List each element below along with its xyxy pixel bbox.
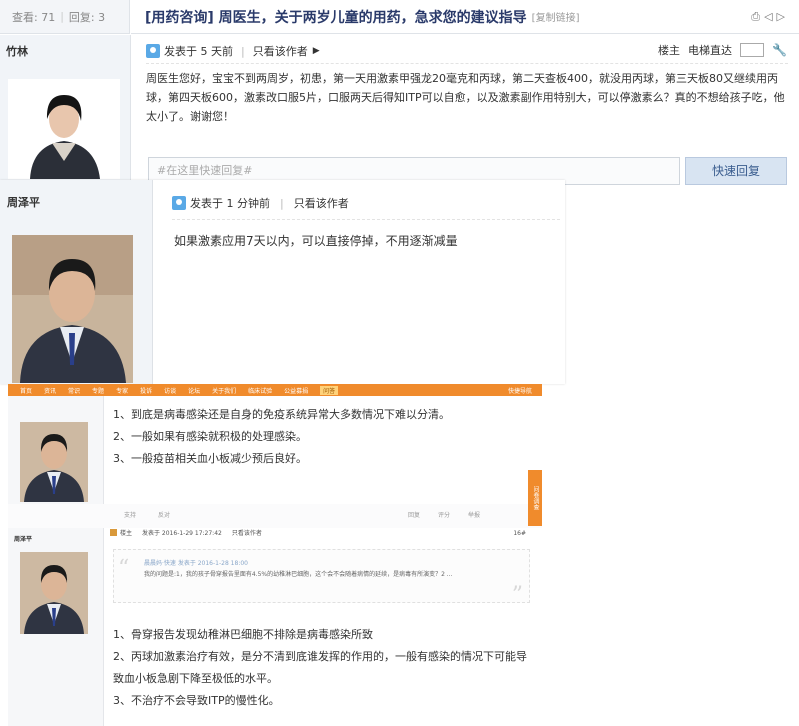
quote-text: 我的问题是:1，我的孩子骨穿报告里面有4.5%的幼稚淋巴细胞，这个会不会随着病情… <box>144 571 453 578</box>
support-button[interactable]: 支持 <box>124 510 136 519</box>
reply-line: 3、一般疫苗相关血小板减少预后良好。 <box>113 452 307 465</box>
author-sidebar: 周泽平 <box>0 180 153 384</box>
post-time: 发表于 1 分钟前 <box>190 197 270 210</box>
prev-icon[interactable]: ◁ <box>764 10 776 23</box>
nav-item[interactable]: 常识 <box>68 386 80 395</box>
quote-header[interactable]: 晨晨妈·快速 发表于 2016-1-28 18:00 <box>144 558 248 567</box>
avatar[interactable] <box>20 422 88 502</box>
only-author-link[interactable]: 只看该作者 <box>294 195 349 211</box>
nav-item[interactable]: 资讯 <box>44 386 56 395</box>
rate-button[interactable]: 评分 <box>438 510 450 519</box>
doctor-reply-panel: 周泽平 发表于 1 分钟前 | 只看该作者 如果激素应用7天以内，可以直接停掉，… <box>0 180 565 384</box>
reply-line: 3、不治疗不会导致ITP的慢性化。 <box>113 694 280 707</box>
post-meta: 发表于 5 天前 | 只看该作者 ▶ <box>146 43 320 59</box>
author-sidebar: 竹林 <box>0 35 131 180</box>
floor-jump-label: 电梯直达 <box>688 44 733 57</box>
post-time: 发表于 2016-1-29 17:27:42 <box>142 530 222 537</box>
thread-stats: 查看: 71 | 回复: 3 <box>0 0 130 34</box>
author-name[interactable]: 竹林 <box>6 43 28 59</box>
nav-item[interactable]: 关于我们 <box>212 386 236 395</box>
post-meta: 发表于 1 分钟前 | 只看该作者 <box>172 195 349 211</box>
replies-count: 回复: 3 <box>68 10 106 24</box>
nav-item[interactable]: 临床试验 <box>248 386 272 395</box>
thread-toolbar: ⎙◁▷ <box>751 10 789 24</box>
nav-item[interactable]: 论坛 <box>188 386 200 395</box>
user-icon <box>110 529 117 536</box>
post-body: 如果激素应用7天以内，可以直接停掉，不用逐渐减量 <box>174 234 458 248</box>
nav-item[interactable]: 首页 <box>20 386 32 395</box>
only-author-link[interactable]: 只看该作者 <box>253 43 308 59</box>
quick-nav[interactable]: 快捷导航 <box>508 386 532 395</box>
views-count: 查看: 71 <box>12 10 56 24</box>
floor-jump-input[interactable] <box>740 43 765 57</box>
wrench-icon[interactable]: 🔧 <box>772 43 787 57</box>
quote-open-icon: “ <box>118 556 130 581</box>
floor-label: 楼主 <box>658 44 681 57</box>
post-floor-tools: 楼主 电梯直达 🔧 <box>658 42 787 58</box>
nav-item[interactable]: 专家 <box>116 386 128 395</box>
nav-item[interactable]: 问答 <box>320 385 339 395</box>
author-sidebar: 周泽平 <box>8 528 104 726</box>
forum-screenshot-panel: 首页 资讯 常识 专题 专家 投诉 访谈 论坛 关于我们 临床试验 公益募捐 问答 快捷导航 1、到底是… <box>8 384 542 726</box>
divider <box>146 63 788 64</box>
survey-side-tab[interactable]: 问卷调查 <box>528 470 542 526</box>
post-time: 发表于 5 天前 <box>164 45 233 58</box>
caret-right-icon[interactable]: ▶ <box>313 46 320 56</box>
avatar[interactable] <box>8 79 120 179</box>
nav-item[interactable]: 公益募捐 <box>284 386 308 395</box>
only-author-link[interactable]: 只看该作者 <box>232 528 262 537</box>
floor-number: 16# <box>513 530 526 537</box>
quick-reply-button[interactable]: 快速回复 <box>685 157 787 185</box>
reply-line: 2、丙球加激素治疗有效，是分不清到底谁发挥的作用的，一般有感染的情况下可能导致血… <box>113 650 527 685</box>
oppose-button[interactable]: 反对 <box>158 510 170 519</box>
reply-line: 1、到底是病毒感染还是自身的免疫系统异常大多数情况下难以分清。 <box>113 408 450 421</box>
top-nav: 首页 资讯 常识 专题 专家 投诉 访谈 论坛 关于我们 临床试验 公益募捐 问答 快捷导航 <box>8 384 542 396</box>
author-name[interactable]: 周泽平 <box>7 194 40 210</box>
next-icon[interactable]: ▷ <box>777 10 789 23</box>
reply-line: 2、一般如果有感染就积极的处理感染。 <box>113 430 307 443</box>
quote-block: “ 晨晨妈·快速 发表于 2016-1-28 18:00 我的问题是:1，我的孩… <box>113 549 530 608</box>
divider <box>172 219 560 220</box>
report-button[interactable]: 举报 <box>468 510 480 519</box>
nav-item[interactable]: 投诉 <box>140 386 152 395</box>
thread-title-bar: [用药咨询] 周医生，关于两岁儿童的用药，急求您的建议指导 [复制链接] ⎙◁▷ <box>131 0 799 34</box>
nav-item[interactable]: 访谈 <box>164 386 176 395</box>
floor-tag: 楼主 <box>120 530 133 537</box>
print-icon[interactable]: ⎙ <box>751 10 764 23</box>
avatar[interactable] <box>20 552 88 634</box>
nav-item[interactable]: 专题 <box>92 386 104 395</box>
reply-button[interactable]: 回复 <box>408 510 420 519</box>
reply-line: 1、骨穿报告发现幼稚淋巴细胞不排除是病毒感染所致 <box>113 628 373 641</box>
post-meta: 楼主 发表于 2016-1-29 17:27:42 只看该作者 <box>110 528 262 537</box>
author-sidebar <box>8 396 104 504</box>
post-body: 周医生您好，宝宝不到两周岁，初患，第一天用激素甲强龙20毫克和丙球，第二天查板4… <box>146 72 785 123</box>
copy-link[interactable]: [复制链接] <box>532 9 580 24</box>
quote-close-icon: ” <box>511 583 523 608</box>
avatar[interactable] <box>12 235 133 383</box>
user-icon <box>172 196 186 210</box>
user-icon <box>146 44 160 58</box>
author-name[interactable]: 周泽平 <box>14 534 32 543</box>
reply-list: 1、到底是病毒感染还是自身的免疫系统异常大多数情况下难以分清。 2、一般如果有感… <box>113 404 450 470</box>
thread-title: [用药咨询] 周医生，关于两岁儿童的用药，急求您的建议指导 <box>145 9 527 26</box>
reply-list: 1、骨穿报告发现幼稚淋巴细胞不排除是病毒感染所致 2、丙球加激素治疗有效，是分不… <box>113 624 533 712</box>
post-actions: 支持 反对 回复 评分 举报 <box>8 504 542 528</box>
